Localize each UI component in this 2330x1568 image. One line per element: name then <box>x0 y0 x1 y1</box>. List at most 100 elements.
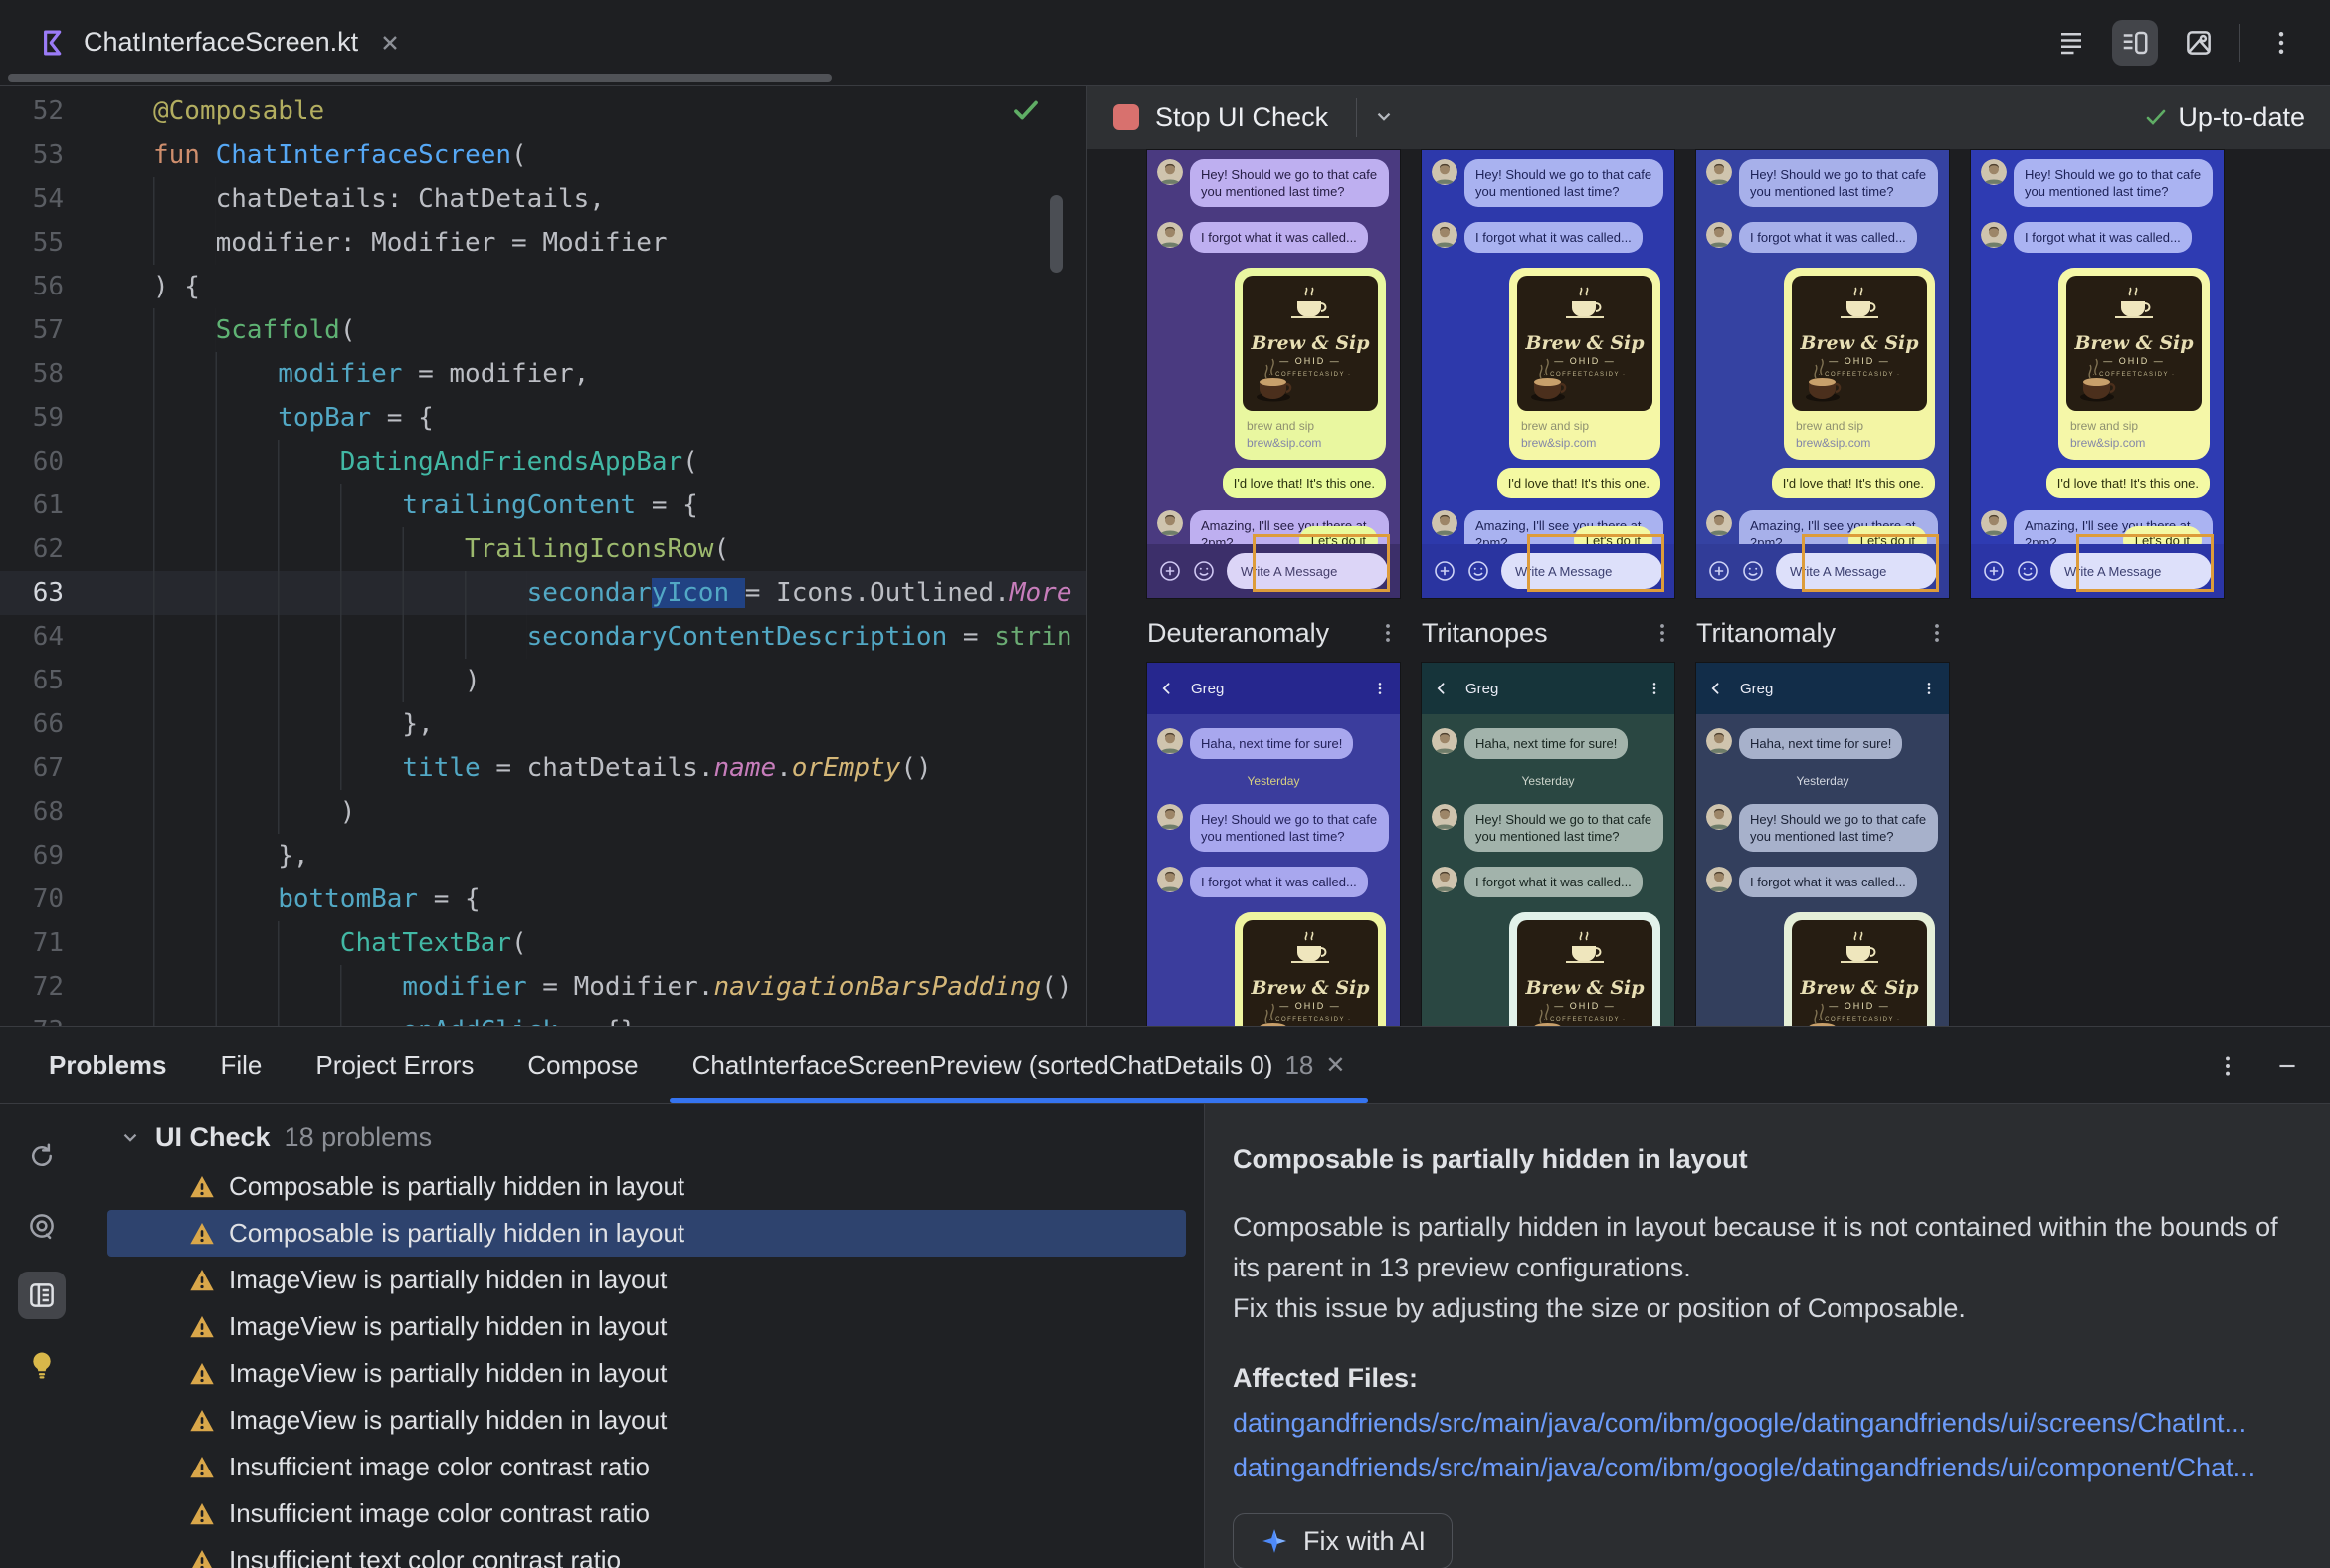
problem-item[interactable]: ImageView is partially hidden in layout <box>107 1350 1186 1397</box>
avatar <box>1432 159 1457 185</box>
editor-options-button[interactable] <box>2258 20 2304 66</box>
quick-fix-button[interactable] <box>18 1341 66 1389</box>
problem-item[interactable]: Insufficient image color contrast ratio <box>107 1490 1186 1537</box>
line-number: 55 <box>32 228 64 258</box>
avatar <box>1706 804 1732 830</box>
tab-chatinterfacescreenpreview-sortedchatdetails-0[interactable]: ChatInterfaceScreenPreview (sortedChatDe… <box>666 1027 1373 1103</box>
editor-vertical-scrollbar[interactable] <box>1050 195 1063 273</box>
refresh-button[interactable] <box>18 1132 66 1180</box>
toolbar-divider <box>2239 23 2240 62</box>
fix-with-ai-button[interactable]: Fix with AI <box>1233 1513 1454 1568</box>
close-tab-icon[interactable]: ✕ <box>1325 1051 1345 1079</box>
tab-compose[interactable]: Compose <box>500 1027 665 1103</box>
chat-bubble-incoming: Haha, next time for sure! <box>1739 728 1903 759</box>
problem-item[interactable]: ImageView is partially hidden in layout <box>107 1257 1186 1303</box>
avatar <box>1706 728 1732 754</box>
chat-bubble-outgoing: I'd love that! It's this one. <box>1496 468 1660 498</box>
emoji-icon <box>1468 561 1488 581</box>
warning-icon <box>190 1315 214 1337</box>
line-number: 59 <box>32 403 64 433</box>
problem-text: ImageView is partially hidden in layout <box>229 1265 668 1294</box>
lint-highlight-rect <box>1527 534 1664 592</box>
editor-horizontal-scrollbar[interactable] <box>8 74 832 82</box>
affected-file-link[interactable]: datingandfriends/src/main/java/com/ibm/g… <box>1233 1453 2290 1483</box>
day-divider: Yesterday <box>1247 774 1300 788</box>
problem-item[interactable]: Insufficient text color contrast ratio <box>107 1537 1186 1568</box>
lint-highlight-rect <box>1253 534 1390 592</box>
tab-problems[interactable]: Problems <box>22 1027 194 1103</box>
toolbar-divider <box>1356 98 1358 137</box>
line-number: 58 <box>32 359 64 389</box>
problem-item[interactable]: Insufficient image color contrast ratio <box>107 1444 1186 1490</box>
problem-item[interactable]: Composable is partially hidden in layout <box>107 1210 1186 1257</box>
editor-tab[interactable]: ChatInterfaceScreen.kt <box>30 0 412 85</box>
preview-name: Tritanomaly <box>1696 617 1837 648</box>
problems-group-header[interactable]: UI Check 18 problems <box>84 1104 1204 1163</box>
add-attachment-icon <box>1709 561 1729 581</box>
problems-side-toolbar <box>0 1104 84 1568</box>
preview-phone-row2[interactable]: Greg Haha, next time for sure! Yesterday He… <box>1421 662 1675 1026</box>
warning-icon <box>190 1502 214 1524</box>
problem-text: ImageView is partially hidden in layout <box>229 1405 668 1435</box>
tab-label: Project Errors <box>315 1050 475 1079</box>
chat-app-bar: Greg <box>1422 663 1674 714</box>
affected-file-link[interactable]: datingandfriends/src/main/java/com/ibm/g… <box>1233 1408 2290 1439</box>
line-number: 54 <box>32 184 64 214</box>
preview-issues-button[interactable] <box>18 1202 66 1250</box>
kebab-menu-icon[interactable] <box>1925 621 1949 645</box>
minimize-icon[interactable] <box>2274 1053 2300 1078</box>
design-view-button[interactable] <box>2176 20 2222 66</box>
line-number: 61 <box>32 490 64 520</box>
kebab-menu-icon[interactable] <box>1650 621 1674 645</box>
code-editor[interactable]: 52 @Composable 53 fun ChatInterfaceScreen(5… <box>0 86 1086 1026</box>
kebab-menu-icon[interactable] <box>1921 681 1937 696</box>
status-label: Up-to-date <box>2178 101 2305 132</box>
preview-phone-row1[interactable]: Hey! Should we go to that cafe you menti… <box>1970 149 2225 599</box>
image-view-icon <box>2187 30 2211 55</box>
eye-icon <box>30 1214 54 1240</box>
svg-text:· COFFEETCASIDY ·: · COFFEETCASIDY · <box>1818 1017 1900 1023</box>
details-view-button[interactable] <box>18 1272 66 1319</box>
contact-name: Greg <box>1191 680 1225 697</box>
line-number: 57 <box>32 315 64 345</box>
code-line: 68) <box>0 790 1086 834</box>
problem-text: ImageView is partially hidden in layout <box>229 1311 668 1341</box>
problem-item[interactable]: Composable is partially hidden in layout <box>107 1163 1186 1210</box>
close-tab-icon[interactable] <box>378 31 402 55</box>
line-number: 63 <box>32 578 64 608</box>
avatar <box>1706 222 1732 248</box>
tab-project-errors[interactable]: Project Errors <box>289 1027 500 1103</box>
card-url: brew&sip.com <box>2070 436 2146 450</box>
card-url: brew&sip.com <box>1796 436 1871 450</box>
tab-file[interactable]: File <box>194 1027 290 1103</box>
preview-phone-row1[interactable]: Hey! Should we go to that cafe you menti… <box>1695 149 1950 599</box>
preview-phone-row1[interactable]: Hey! Should we go to that cafe you menti… <box>1146 149 1401 599</box>
day-divider: Yesterday <box>1521 774 1575 788</box>
preview-phone-row1[interactable]: Hey! Should we go to that cafe you menti… <box>1421 149 1675 599</box>
brew-and-sip-image: Brew & Sip — OHID — · COFFEETCASIDY · <box>1517 276 1652 411</box>
kebab-menu-icon[interactable] <box>1372 681 1388 696</box>
code-line: 52 @Composable <box>0 90 1086 133</box>
lightbulb-icon <box>33 1352 51 1379</box>
split-view-button[interactable] <box>2112 19 2158 66</box>
preview-phone-row2[interactable]: Greg Haha, next time for sure! Yesterday He… <box>1695 662 1950 1026</box>
preview-phone-row2[interactable]: Greg Haha, next time for sure! Yesterday He… <box>1146 662 1401 1026</box>
line-number: 64 <box>32 622 64 652</box>
problem-item[interactable]: ImageView is partially hidden in layout <box>107 1397 1186 1444</box>
line-number: 53 <box>32 140 64 170</box>
tab-badge: 18 <box>1284 1050 1314 1079</box>
warning-icon <box>190 1362 214 1384</box>
kebab-menu-icon[interactable] <box>1647 681 1662 696</box>
problem-item[interactable]: ImageView is partially hidden in layout <box>107 1303 1186 1350</box>
code-view-button[interactable] <box>2048 20 2094 66</box>
inspection-ok-icon[interactable] <box>1011 96 1041 125</box>
code-line: 65) <box>0 659 1086 702</box>
kebab-menu-icon[interactable] <box>1376 621 1400 645</box>
chevron-down-icon[interactable] <box>1373 106 1395 128</box>
stop-ui-check-button[interactable]: Stop UI Check <box>1113 98 1395 137</box>
problem-text: Composable is partially hidden in layout <box>229 1171 685 1201</box>
kebab-menu-icon[interactable] <box>2215 1053 2240 1078</box>
card-title: brew and sip <box>1521 419 1590 433</box>
preview-canvas[interactable]: Hey! Should we go to that cafe you menti… <box>1087 149 2330 1026</box>
warning-icon <box>190 1175 214 1197</box>
